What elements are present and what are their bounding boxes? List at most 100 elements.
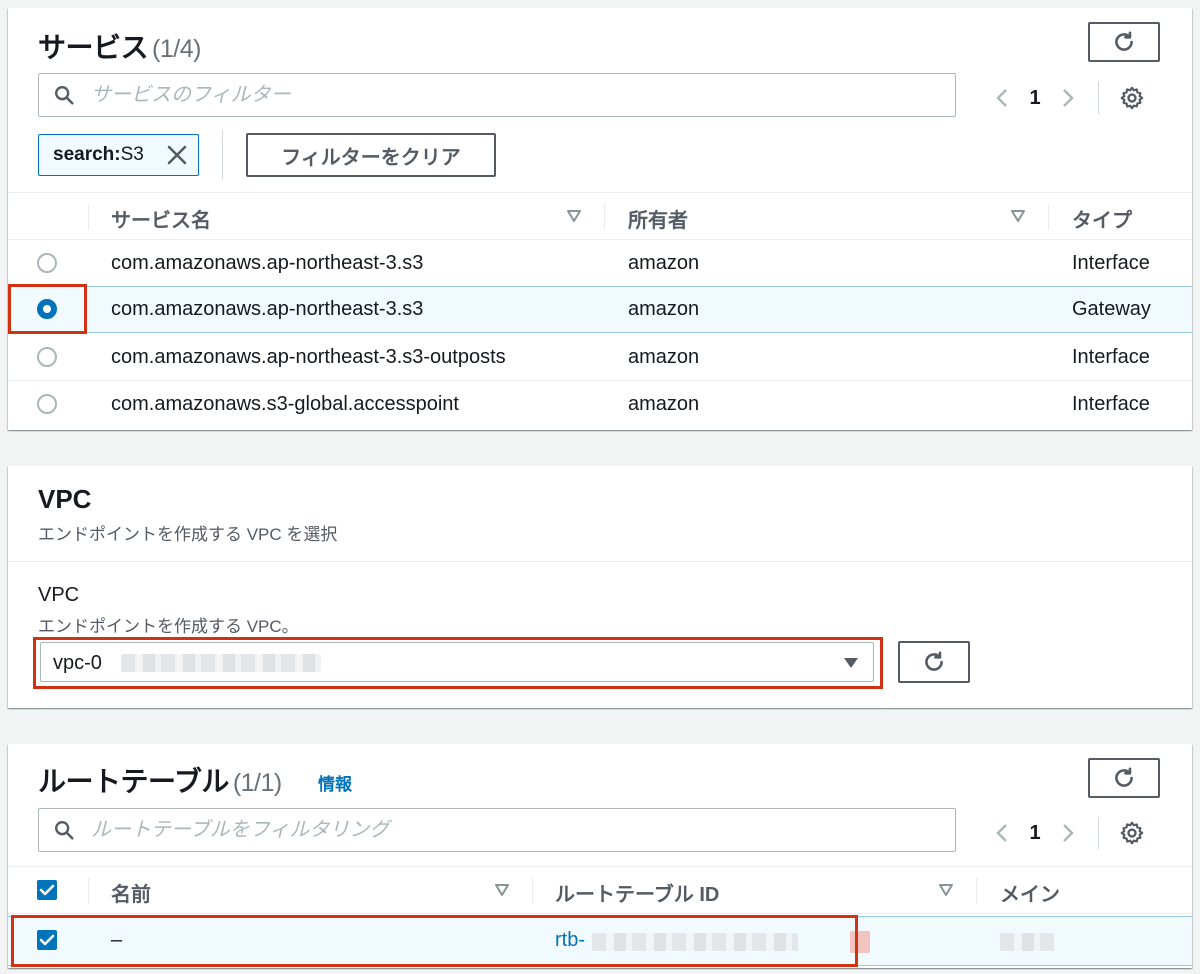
services-count: (1/4) bbox=[152, 35, 201, 63]
column-divider bbox=[532, 878, 533, 904]
type-cell: Gateway bbox=[1072, 298, 1151, 320]
row-checkbox[interactable] bbox=[37, 930, 57, 950]
service-name-cell: com.amazonaws.ap-northeast-3.s3-outposts bbox=[111, 346, 506, 368]
column-header-owner[interactable]: 所有者 bbox=[628, 204, 688, 233]
table-row-selected[interactable]: com.amazonaws.ap-northeast-3.s3 amazon G… bbox=[8, 286, 1192, 333]
column-divider bbox=[976, 878, 977, 904]
checkbox-icon bbox=[39, 884, 55, 896]
sort-caret-icon[interactable] bbox=[494, 883, 510, 897]
vpc-refresh-button[interactable] bbox=[898, 641, 970, 683]
services-search-input[interactable] bbox=[91, 78, 931, 112]
next-page-button[interactable] bbox=[1058, 85, 1078, 111]
next-page-button[interactable] bbox=[1058, 820, 1078, 846]
owner-cell: amazon bbox=[628, 252, 700, 274]
service-name-cell: com.amazonaws.ap-northeast-3.s3 bbox=[111, 298, 424, 320]
pagination-divider bbox=[1098, 82, 1099, 114]
column-divider bbox=[88, 878, 89, 904]
type-cell: Interface bbox=[1072, 252, 1150, 274]
services-title: サービス bbox=[38, 32, 149, 63]
chevron-left-icon bbox=[996, 89, 1007, 107]
filter-token: search: S3 bbox=[38, 134, 199, 176]
owner-cell: amazon bbox=[628, 393, 700, 415]
gear-icon[interactable] bbox=[1119, 85, 1145, 111]
column-header-route-table-id[interactable]: ルートテーブル ID bbox=[555, 878, 719, 907]
route-tables-search-field[interactable] bbox=[38, 808, 956, 852]
vpc-field-label: VPC bbox=[38, 584, 80, 606]
column-divider bbox=[604, 204, 605, 230]
route-tables-search-input[interactable] bbox=[91, 813, 931, 847]
table-row[interactable]: com.amazonaws.ap-northeast-3.s3 amazon I… bbox=[8, 240, 1192, 287]
clear-filters-button[interactable]: フィルターをクリア bbox=[246, 133, 496, 177]
refresh-icon bbox=[1115, 31, 1133, 51]
redacted-vpc-id bbox=[121, 654, 321, 672]
section-divider bbox=[8, 561, 1192, 562]
row-radio[interactable] bbox=[37, 347, 57, 367]
route-tables-pagination: 1 bbox=[992, 817, 1145, 849]
table-row[interactable]: com.amazonaws.s3-global.accesspoint amaz… bbox=[8, 381, 1192, 428]
refresh-icon bbox=[925, 651, 943, 671]
redacted-main-value bbox=[1000, 933, 1054, 951]
column-header-service-name[interactable]: サービス名 bbox=[111, 204, 211, 233]
column-header-name[interactable]: 名前 bbox=[111, 878, 151, 907]
route-table-id-link[interactable]: rtb- bbox=[555, 929, 585, 952]
vpc-select-value: vpc-0 bbox=[53, 652, 102, 674]
filter-divider bbox=[222, 130, 223, 180]
chevron-right-icon bbox=[1063, 824, 1074, 842]
services-table-header: サービス名 所有者 タイプ bbox=[8, 192, 1192, 240]
column-divider bbox=[1048, 204, 1049, 230]
service-name-cell: com.amazonaws.ap-northeast-3.s3 bbox=[111, 252, 424, 274]
current-page[interactable]: 1 bbox=[1012, 822, 1058, 845]
owner-cell: amazon bbox=[628, 346, 700, 368]
current-page[interactable]: 1 bbox=[1012, 87, 1058, 110]
refresh-icon bbox=[1115, 767, 1133, 787]
services-panel: サービス(1/4) 1 search: S3 フィルターをクリア サービス名 所… bbox=[8, 8, 1192, 430]
route-tables-title: ルートテーブル bbox=[38, 766, 229, 797]
checkbox-icon bbox=[39, 934, 55, 946]
pagination-divider bbox=[1098, 817, 1099, 849]
column-divider bbox=[88, 204, 89, 230]
type-cell: Interface bbox=[1072, 393, 1150, 415]
services-refresh-button[interactable] bbox=[1088, 22, 1160, 62]
service-name-cell: com.amazonaws.s3-global.accesspoint bbox=[111, 393, 459, 415]
search-icon bbox=[55, 86, 74, 105]
column-header-main[interactable]: メイン bbox=[1000, 878, 1060, 907]
sort-caret-icon[interactable] bbox=[1010, 209, 1026, 223]
search-icon bbox=[55, 821, 74, 840]
row-radio[interactable] bbox=[37, 253, 57, 273]
info-link[interactable]: 情報 bbox=[318, 770, 352, 795]
services-pagination: 1 bbox=[992, 82, 1145, 114]
route-tables-count: (1/1) bbox=[232, 769, 282, 797]
close-icon[interactable] bbox=[166, 144, 188, 166]
filter-token-value: S3 bbox=[120, 144, 144, 165]
row-radio-selected[interactable] bbox=[37, 299, 57, 319]
row-radio[interactable] bbox=[37, 394, 57, 414]
previous-page-button[interactable] bbox=[992, 85, 1012, 111]
sort-caret-icon[interactable] bbox=[566, 209, 582, 223]
redacted-route-table-id bbox=[592, 933, 798, 951]
type-cell: Interface bbox=[1072, 346, 1150, 368]
column-header-type[interactable]: タイプ bbox=[1072, 204, 1132, 233]
route-tables-refresh-button[interactable] bbox=[1088, 758, 1160, 798]
vpc-field-description: エンドポイントを作成する VPC。 bbox=[38, 617, 299, 636]
route-tables-table-header: 名前 ルートテーブル ID メイン bbox=[8, 866, 1192, 914]
chevron-left-icon bbox=[996, 824, 1007, 842]
previous-page-button[interactable] bbox=[992, 820, 1012, 846]
route-tables-heading: ルートテーブル (1/1) bbox=[38, 760, 282, 800]
vpc-panel: VPC エンドポイントを作成する VPC を選択 VPC エンドポイントを作成す… bbox=[8, 466, 1192, 708]
vpc-select[interactable]: vpc-0 bbox=[40, 642, 874, 682]
dropdown-caret-icon bbox=[844, 658, 858, 668]
sort-caret-icon[interactable] bbox=[938, 883, 954, 897]
route-tables-panel: ルートテーブル(1/1) 情報 1 名前 ルートテーブル ID メイン bbox=[8, 744, 1192, 968]
chevron-right-icon bbox=[1063, 89, 1074, 107]
table-row-selected[interactable]: – rtb- bbox=[8, 916, 1192, 966]
services-search-field[interactable] bbox=[38, 73, 956, 117]
redacted-mark bbox=[850, 931, 870, 953]
vpc-section-title: VPC bbox=[38, 484, 92, 514]
select-all-checkbox[interactable] bbox=[37, 880, 57, 900]
services-heading: サービス (1/4) bbox=[38, 26, 201, 66]
filter-token-key: search: bbox=[53, 144, 121, 165]
table-row[interactable]: com.amazonaws.ap-northeast-3.s3-outposts… bbox=[8, 334, 1192, 381]
name-cell: – bbox=[111, 929, 123, 951]
gear-icon[interactable] bbox=[1119, 820, 1145, 846]
vpc-section-description: エンドポイントを作成する VPC を選択 bbox=[38, 525, 338, 544]
